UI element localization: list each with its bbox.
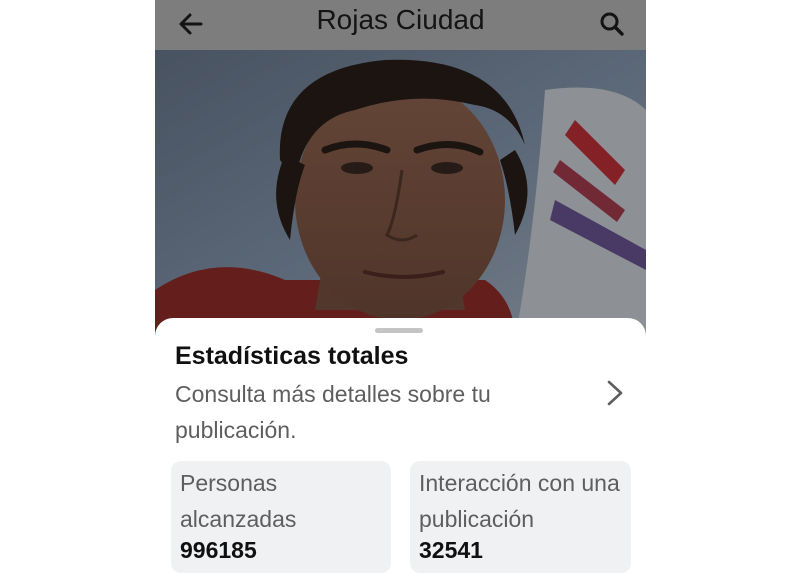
top-app-bar: Rojas Ciudad [155,0,646,50]
search-button[interactable] [594,6,630,42]
search-icon [600,12,624,36]
stat-label: Personas alcanzadas [180,470,297,532]
post-photo[interactable] [155,50,646,340]
stat-value: 996185 [180,537,257,563]
stat-label: Interacción con una publicación [419,470,620,532]
sheet-drag-handle[interactable] [375,328,423,333]
sheet-title: Estadísticas totales [175,342,409,370]
page-title: Rojas Ciudad [316,4,485,35]
stats-bottom-sheet: Estadísticas totales Consulta más detall… [155,318,646,579]
sheet-subtitle-link[interactable]: Consulta más detalles sobre tu publicaci… [175,376,575,448]
stat-value: 32541 [419,537,483,563]
stat-card-reach: Personas alcanzadas 996185 [171,461,391,573]
portrait-illustration [155,50,646,340]
phone-screen: Rojas Ciudad Estadísticas totales Consul… [155,0,646,579]
chevron-right-icon[interactable] [603,378,627,408]
stat-card-interactions: Interacción con una publicación 32541 [410,461,631,573]
